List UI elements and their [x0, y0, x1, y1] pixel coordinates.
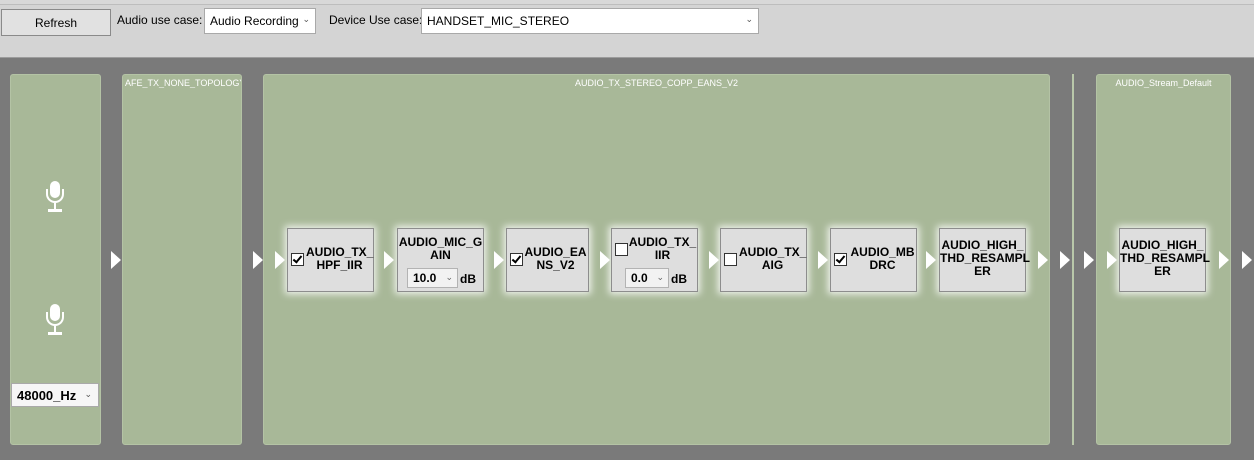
module-name: AUDIO_TX_ HPF_IIR [306, 245, 374, 272]
flow-arrow-icon [709, 251, 719, 269]
toolbar: Refresh Audio use case: Audio Recording … [0, 5, 1254, 58]
refresh-button[interactable]: Refresh [1, 9, 111, 36]
module-stream-audio-high-thd-resampler[interactable]: AUDIO_HIGH_ THD_RESAMPL ER [1119, 228, 1211, 292]
copp-topology-title: AUDIO_TX_STEREO_COPP_EANS_V2 [574, 78, 739, 88]
module-audio-eans-v2[interactable]: AUDIO_EA NS_V2 [506, 228, 589, 292]
microphone-icon [44, 181, 66, 215]
check-icon [835, 253, 846, 264]
chevron-down-icon: ⌄ [302, 14, 310, 24]
device-use-case-label: Device Use case: [329, 13, 423, 27]
module-enable-checkbox[interactable] [724, 253, 737, 266]
device-use-case-select[interactable]: HANDSET_MIC_STEREO ⌄ [421, 8, 759, 34]
flow-arrow-icon [600, 251, 610, 269]
afe-topology-title: AFE_TX_NONE_TOPOLOGY [125, 78, 241, 88]
module-name: AUDIO_HIGH_ THD_RESAMPL ER [1120, 238, 1211, 278]
flow-arrow-icon [1219, 251, 1229, 269]
module-name: AUDIO_HIGH_ THD_RESAMPL ER [940, 238, 1031, 278]
chevron-down-icon: ⌄ [656, 272, 664, 282]
chevron-down-icon: ⌄ [745, 14, 753, 24]
module-name: AUDIO_MB DRC [850, 245, 915, 272]
module-name: AUDIO_TX_ AIG [739, 245, 807, 272]
stream-topology-title: AUDIO_Stream_Default [1115, 78, 1212, 88]
topology-divider [1072, 74, 1074, 445]
gain-value: 0.0 [631, 271, 648, 285]
module-enable-checkbox[interactable] [615, 243, 628, 256]
afe-topology-panel: AFE_TX_NONE_TOPOLOGY [122, 74, 242, 445]
module-name: AUDIO_EA NS_V2 [524, 245, 587, 272]
flow-arrow-icon [275, 251, 285, 269]
module-audio-high-thd-resampler[interactable]: AUDIO_HIGH_ THD_RESAMPL ER [939, 228, 1031, 292]
module-enable-checkbox[interactable] [834, 253, 847, 266]
gain-select[interactable]: 0.0 ⌄ [625, 268, 669, 288]
module-audio-tx-hpf-iir[interactable]: AUDIO_TX_ HPF_IIR [287, 228, 374, 292]
chevron-down-icon: ⌄ [84, 389, 92, 399]
module-name: AUDIO_TX_ IIR [628, 235, 697, 262]
flow-arrow-icon [1084, 251, 1094, 269]
chevron-down-icon: ⌄ [445, 272, 453, 282]
flow-arrow-icon [1038, 251, 1048, 269]
sample-rate-value: 48000_Hz [17, 387, 77, 403]
gain-value: 10.0 [413, 271, 437, 285]
device-use-case-value: HANDSET_MIC_STEREO [427, 14, 570, 28]
module-enable-checkbox[interactable] [510, 253, 523, 266]
flow-arrow-icon [1242, 251, 1252, 269]
module-name: AUDIO_MIC_G AIN [398, 235, 483, 262]
gain-select[interactable]: 10.0 ⌄ [407, 268, 458, 288]
check-icon [511, 253, 522, 264]
sample-rate-select[interactable]: 48000_Hz ⌄ [11, 383, 99, 407]
audio-use-case-select[interactable]: Audio Recording ⌄ [204, 8, 316, 34]
audio-use-case-value: Audio Recording [210, 14, 299, 28]
flow-arrow-icon [1107, 251, 1117, 269]
flow-arrow-icon [384, 251, 394, 269]
module-enable-checkbox[interactable] [291, 253, 304, 266]
gain-unit: dB [671, 272, 687, 286]
flow-arrow-icon [1060, 251, 1070, 269]
module-audio-tx-iir[interactable]: AUDIO_TX_ IIR 0.0 ⌄ dB [611, 228, 698, 292]
check-icon [292, 253, 303, 264]
microphone-icon [44, 304, 66, 338]
flow-arrow-icon [494, 251, 504, 269]
module-audio-mic-gain[interactable]: AUDIO_MIC_G AIN 10.0 ⌄ dB [397, 228, 484, 292]
gain-unit: dB [460, 272, 476, 286]
flow-arrow-icon [926, 251, 936, 269]
flow-arrow-icon [818, 251, 828, 269]
audio-use-case-label: Audio use case: [117, 13, 203, 27]
module-audio-tx-aig[interactable]: AUDIO_TX_ AIG [720, 228, 807, 292]
flow-arrow-icon [111, 251, 121, 269]
module-audio-mbdrc[interactable]: AUDIO_MB DRC [830, 228, 917, 292]
flow-arrow-icon [253, 251, 263, 269]
